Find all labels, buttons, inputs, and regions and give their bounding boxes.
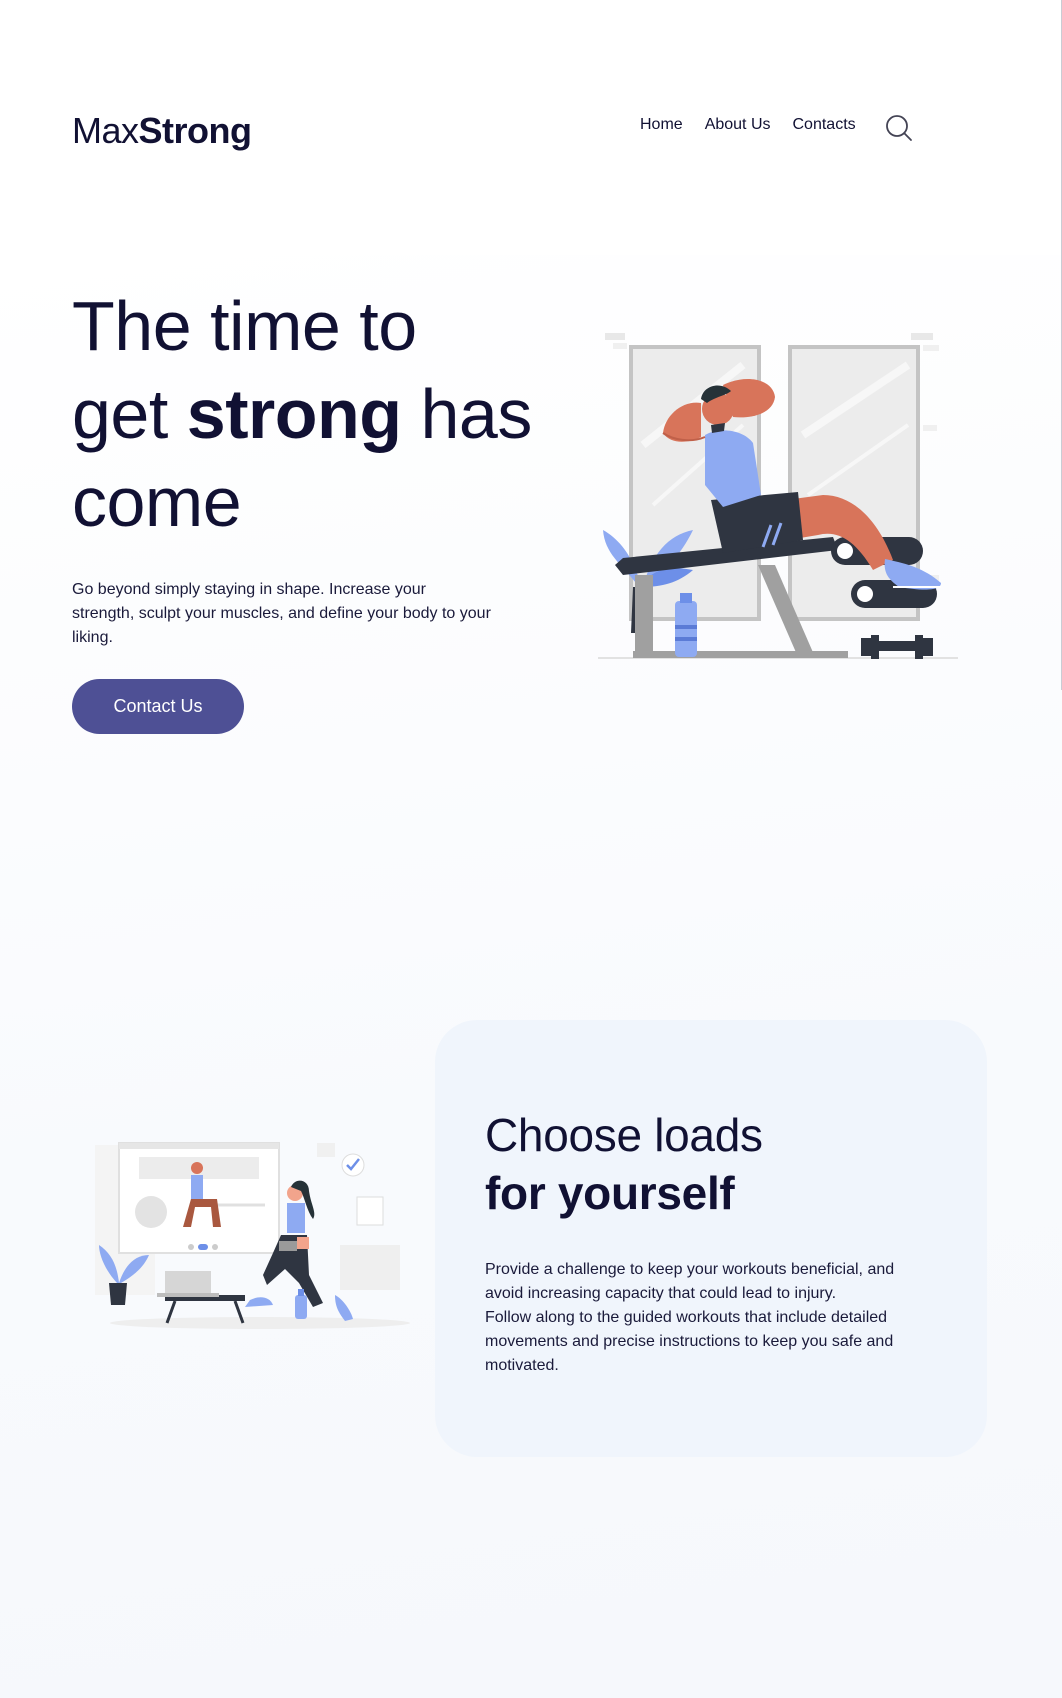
contact-us-button[interactable]: Contact Us xyxy=(72,679,244,734)
hero-title: The time to get strong has come xyxy=(72,282,592,546)
feature-description-1: Provide a challenge to keep your workout… xyxy=(485,1261,895,1302)
logo-text-max: Max xyxy=(72,110,139,151)
main-nav: Home About Us Contacts xyxy=(640,116,878,134)
nav-link-contacts[interactable]: Contacts xyxy=(793,116,856,134)
hero-title-line3: come xyxy=(72,463,242,541)
hero-title-line2-post: has xyxy=(401,375,532,453)
feature-title-line1: Choose loads xyxy=(485,1109,763,1161)
search-icon[interactable] xyxy=(885,114,913,142)
feature-description: Provide a challenge to keep your workout… xyxy=(485,1258,925,1378)
hero-description: Go beyond simply staying in shape. Incre… xyxy=(72,581,491,646)
feature-title-line2: for yourself xyxy=(485,1167,735,1219)
feature-card xyxy=(435,1020,987,1457)
nav-link-about-us[interactable]: About Us xyxy=(705,116,771,134)
page: MaxStrong Home About Us Contacts The tim… xyxy=(0,0,1062,1698)
feature-title: Choose loads for yourself xyxy=(485,1106,965,1222)
nav-link-home[interactable]: Home xyxy=(640,116,683,134)
hero-title-strong: strong xyxy=(186,375,402,453)
hero-title-line2-pre: get xyxy=(72,375,187,453)
hero-title-line1: The time to xyxy=(72,287,417,365)
workout-bench-illustration xyxy=(598,333,958,659)
online-workout-illustration xyxy=(95,1142,410,1329)
feature-description-2: Follow along to the guided workouts that… xyxy=(485,1309,894,1374)
logo-text-strong: Strong xyxy=(138,110,252,151)
site-logo[interactable]: MaxStrong xyxy=(72,110,252,152)
